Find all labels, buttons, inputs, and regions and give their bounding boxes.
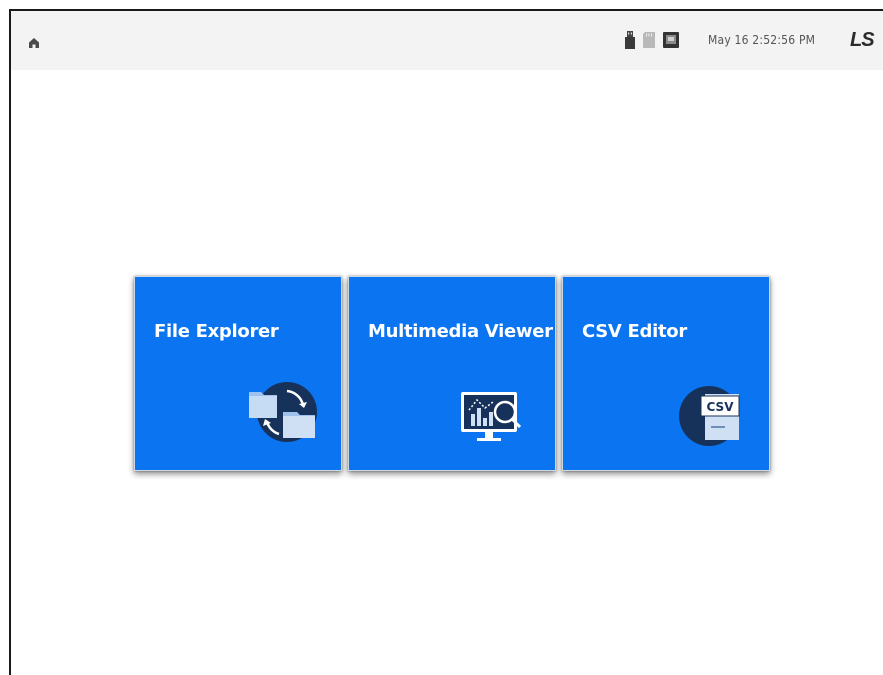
csv-icon-text: CSV: [707, 400, 735, 414]
folder-sync-icon: [249, 382, 317, 442]
status-icons-group: [625, 29, 679, 51]
tile-label: CSV Editor: [582, 321, 687, 342]
tile-label: File Explorer: [154, 321, 279, 342]
multimedia-viewer-tile[interactable]: Multimedia Viewer: [348, 276, 556, 471]
home-button[interactable]: [23, 32, 45, 54]
top-status-bar: May 16 2:52:56 PM LS: [11, 11, 883, 70]
app-launcher-tiles: File Explorer Multimedia Viewer CSV Edit…: [134, 276, 770, 471]
network-icon[interactable]: [663, 32, 679, 48]
monitor-chart-search-icon: [461, 392, 522, 441]
sd-card-icon[interactable]: [643, 32, 655, 48]
tile-label: Multimedia Viewer: [368, 321, 553, 342]
file-explorer-tile[interactable]: File Explorer: [134, 276, 342, 471]
csv-document-icon: CSV: [679, 386, 740, 446]
app-frame: May 16 2:52:56 PM LS File Explorer Multi…: [9, 9, 883, 675]
home-icon: [29, 38, 39, 48]
csv-editor-tile[interactable]: CSV Editor CSV: [562, 276, 770, 471]
usb-icon[interactable]: [625, 31, 635, 49]
brand-logo: LS: [850, 29, 875, 51]
clock-datetime: May 16 2:52:56 PM: [708, 33, 816, 47]
